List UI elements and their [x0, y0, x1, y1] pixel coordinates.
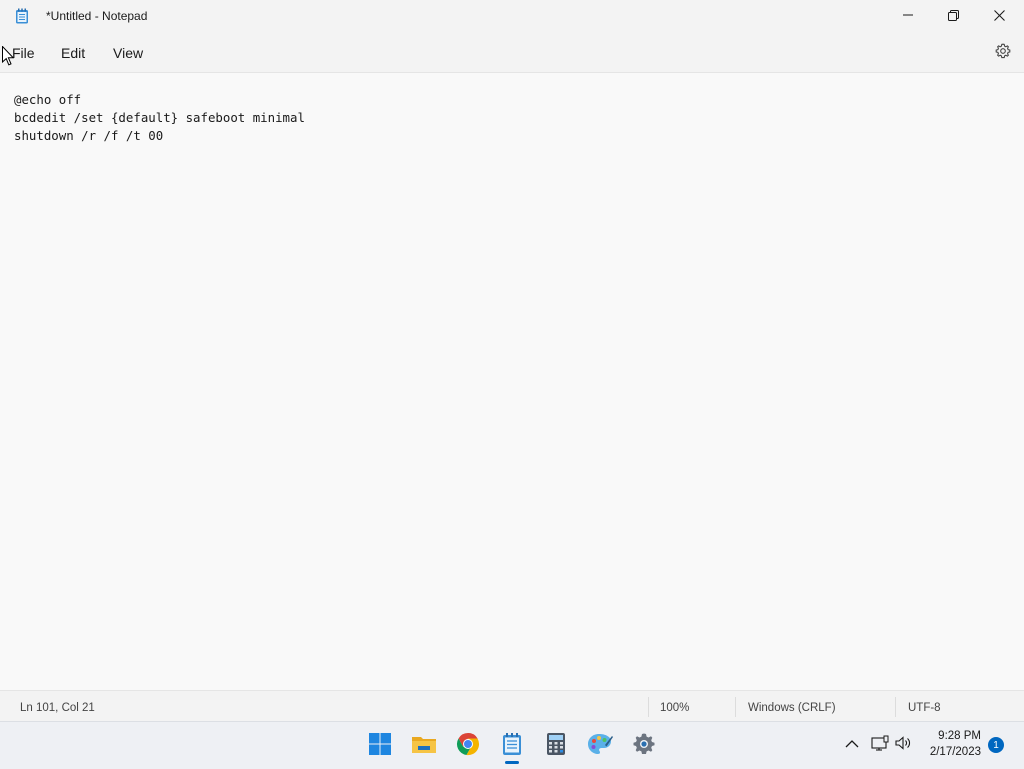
clock-date[interactable]: 2/17/2023: [930, 746, 981, 758]
close-button[interactable]: [976, 0, 1022, 30]
paint-icon: [587, 732, 613, 761]
line-ending: Windows (CRLF): [748, 702, 836, 714]
title-bar: *Untitled - Notepad: [0, 0, 1024, 32]
text-editor[interactable]: @echo off bcdedit /set {default} safeboo…: [0, 73, 1024, 690]
taskbar: 9:28 PM 2/17/2023 1: [0, 721, 1024, 769]
taskbar-notepad[interactable]: [496, 730, 528, 764]
gear-icon: [995, 43, 1011, 64]
active-indicator: [505, 761, 519, 764]
notepad-icon: [15, 8, 29, 24]
minimize-icon: [903, 10, 913, 20]
settings-button[interactable]: [990, 42, 1016, 64]
encoding: UTF-8: [908, 702, 941, 714]
start-icon: [368, 732, 392, 761]
status-divider: [735, 697, 736, 717]
chevron-up-icon: [845, 736, 859, 754]
notification-badge[interactable]: 1: [988, 737, 1004, 753]
notepad-icon: [502, 732, 522, 761]
mouse-pointer-icon: [2, 45, 15, 66]
minimize-button[interactable]: [885, 0, 931, 30]
cursor-position: Ln 101, Col 21: [20, 702, 95, 714]
show-hidden-icons-button[interactable]: [843, 736, 861, 754]
menu-edit[interactable]: Edit: [61, 45, 85, 61]
taskbar-file-explorer[interactable]: [408, 730, 440, 762]
status-bar: Ln 101, Col 21 100% Windows (CRLF) UTF-8: [0, 690, 1024, 722]
network-button[interactable]: [871, 735, 889, 756]
speaker-icon: [894, 735, 912, 756]
menu-view[interactable]: View: [113, 45, 143, 61]
taskbar-settings[interactable]: [628, 730, 660, 762]
network-icon: [871, 735, 889, 756]
menu-bar: File Edit View: [0, 32, 1024, 73]
taskbar-paint[interactable]: [584, 730, 616, 762]
window-title: *Untitled - Notepad: [46, 9, 148, 23]
restore-icon: [947, 9, 959, 21]
start-button[interactable]: [364, 730, 396, 762]
zoom-level: 100%: [660, 702, 690, 714]
taskbar-calculator[interactable]: [540, 730, 572, 762]
clock-time[interactable]: 9:28 PM: [938, 730, 981, 742]
restore-button[interactable]: [930, 0, 976, 30]
menu-file[interactable]: File: [12, 45, 35, 61]
chrome-icon: [456, 732, 480, 761]
settings-icon: [632, 732, 656, 761]
taskbar-chrome[interactable]: [452, 730, 484, 762]
status-divider: [648, 697, 649, 717]
close-icon: [993, 9, 1005, 21]
volume-button[interactable]: [894, 735, 912, 756]
status-divider: [895, 697, 896, 717]
calculator-icon: [546, 732, 566, 761]
editor-content[interactable]: @echo off bcdedit /set {default} safeboo…: [14, 91, 305, 145]
file-explorer-icon: [411, 733, 437, 760]
